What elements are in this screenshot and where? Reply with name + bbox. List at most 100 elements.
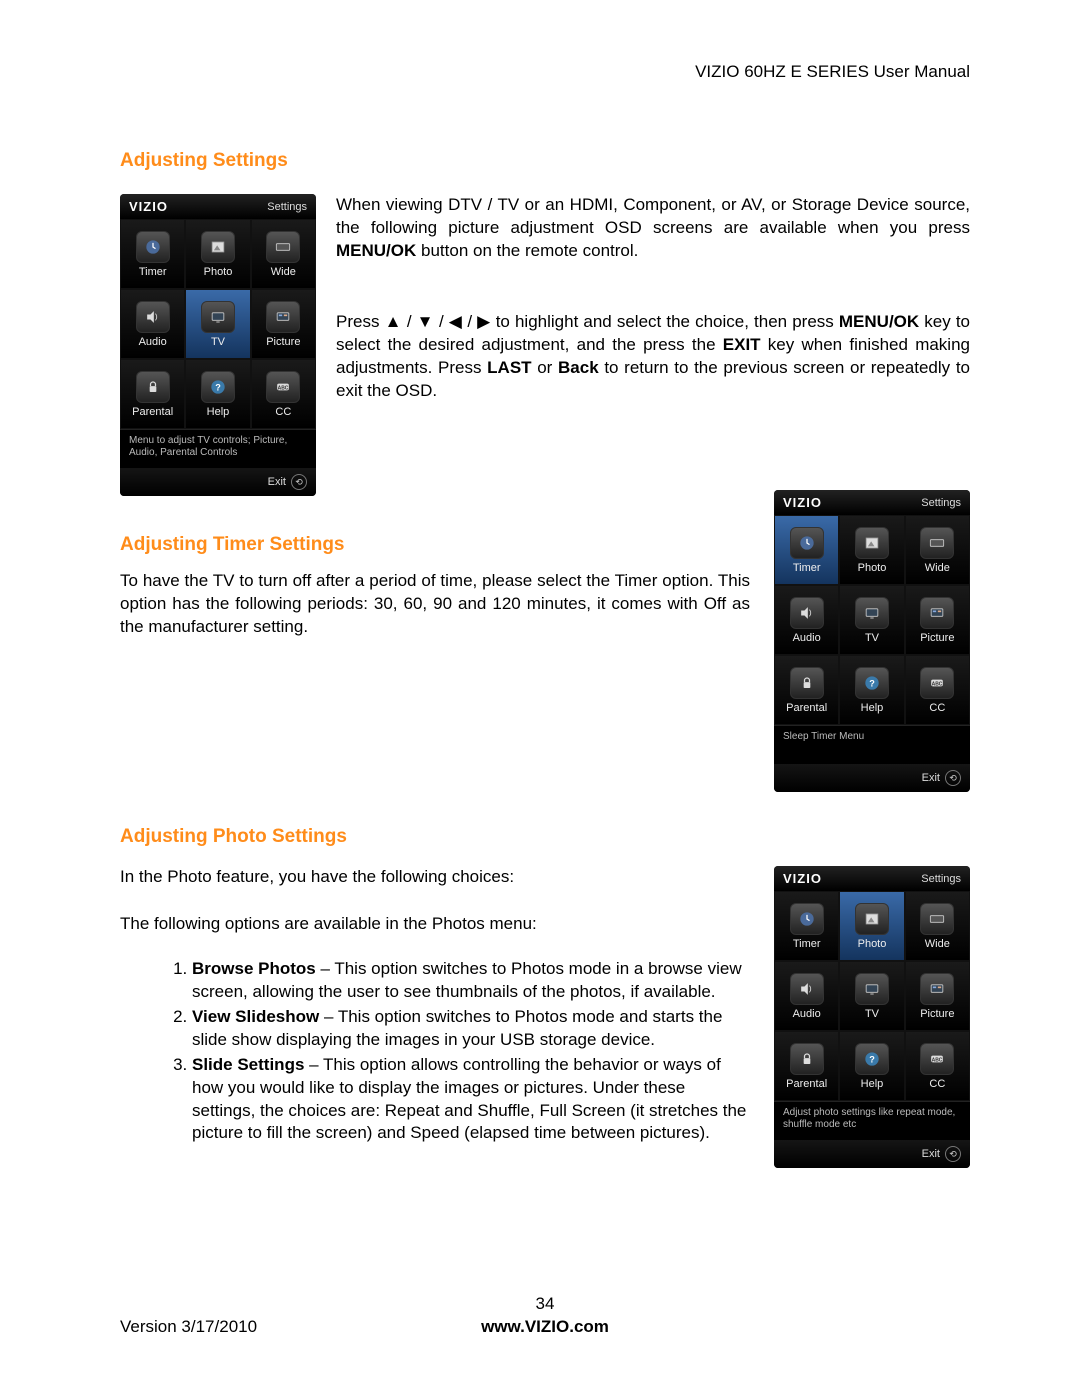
- osd-cell-wide: Wide: [251, 219, 316, 289]
- osd-header: VIZIO Settings: [120, 194, 316, 219]
- osd-label: Picture: [920, 632, 954, 644]
- osd-grid: Timer Photo Wide Audio TV Picture Parent…: [120, 219, 316, 429]
- osd-cell-help: ? Help: [185, 359, 250, 429]
- text-bold: Browse Photos: [192, 959, 316, 978]
- osd-label: Help: [207, 406, 230, 418]
- osd-help-text: Adjust photo settings like repeat mode, …: [774, 1101, 970, 1140]
- help-icon: ?: [201, 371, 235, 403]
- tv-icon: [201, 301, 235, 333]
- arrow-keys-icon: ▲ / ▼ / ◀ / ▶: [385, 312, 491, 331]
- osd-grid: Timer Photo Wide Audio TV Picture Parent…: [774, 891, 970, 1101]
- osd-cell-cc: ABCCC: [905, 655, 970, 725]
- osd-screenshot-tv: VIZIO Settings Timer Photo Wide Audio TV…: [120, 194, 316, 496]
- lock-icon: [136, 371, 170, 403]
- text-segment: to highlight and select the choice, then…: [491, 312, 839, 331]
- osd-header: VIZIO Settings: [774, 866, 970, 891]
- picture-icon: [920, 973, 954, 1005]
- osd-cell-help: ? Help: [839, 655, 904, 725]
- osd-label: Timer: [793, 562, 821, 574]
- osd-header-label: Settings: [921, 497, 961, 509]
- text-bold: MENU/OK: [336, 241, 416, 260]
- osd-cell-cc: ABCCC: [251, 359, 316, 429]
- osd-exit-label: Exit: [922, 1148, 940, 1160]
- picture-icon: [920, 597, 954, 629]
- osd-header: VIZIO Settings: [774, 490, 970, 515]
- clock-icon: [136, 231, 170, 263]
- photo-icon: [201, 231, 235, 263]
- osd-screenshot-photo: VIZIO Settings Timer Photo Wide Audio TV…: [774, 866, 970, 1168]
- text-segment: or: [532, 358, 558, 377]
- text-segment: When viewing DTV / TV or an HDMI, Compon…: [336, 195, 970, 237]
- osd-exit-row: Exit⟲: [774, 1140, 970, 1168]
- osd-cell-photo: Photo: [839, 515, 904, 585]
- page-number: 34: [120, 1294, 970, 1314]
- text-bold: LAST: [487, 358, 531, 377]
- heading-adjusting-photo: Adjusting Photo Settings: [120, 826, 970, 848]
- osd-exit-label: Exit: [922, 772, 940, 784]
- osd-help-text: Menu to adjust TV controls; Picture, Aud…: [120, 429, 316, 468]
- osd-cell-timer: Timer: [120, 219, 185, 289]
- picture-icon: [266, 301, 300, 333]
- photo-icon: [855, 903, 889, 935]
- osd-cell-timer-selected: Timer: [774, 515, 839, 585]
- vizio-logo: VIZIO: [129, 199, 168, 214]
- osd-label: Audio: [793, 632, 821, 644]
- osd-exit-label: Exit: [268, 476, 286, 488]
- clock-icon: [790, 527, 824, 559]
- list-item: Slide Settings – This option allows cont…: [192, 1054, 750, 1146]
- paragraph-photo-1: In the Photo feature, you have the follo…: [120, 866, 750, 889]
- version-text: Version 3/17/2010: [120, 1317, 257, 1337]
- tv-icon: [855, 973, 889, 1005]
- text-segment: button on the remote control.: [416, 241, 638, 260]
- svg-text:?: ?: [869, 678, 875, 688]
- osd-cell-cc: ABC CC: [905, 1031, 970, 1101]
- osd-cell-tv-selected: TV: [185, 289, 250, 359]
- page-footer: 34 Version 3/17/2010 www.VIZIO.com .: [120, 1294, 970, 1337]
- osd-label: Wide: [925, 938, 950, 950]
- heading-adjusting-timer: Adjusting Timer Settings: [120, 534, 750, 556]
- osd-label: Help: [861, 702, 884, 714]
- heading-adjusting-settings: Adjusting Settings: [120, 150, 970, 172]
- cc-icon: ABC: [920, 667, 954, 699]
- doc-title: VIZIO 60HZ E SERIES User Manual: [695, 62, 970, 82]
- text-segment: Press: [336, 312, 385, 331]
- lock-icon: [790, 667, 824, 699]
- help-icon: ?: [855, 1043, 889, 1075]
- osd-cell-parental: Parental: [774, 1031, 839, 1101]
- osd-label: Parental: [786, 702, 827, 714]
- osd-cell-photo-selected: Photo: [839, 891, 904, 961]
- clock-icon: [790, 903, 824, 935]
- osd-cell-wide: Wide: [905, 515, 970, 585]
- exit-icon: ⟲: [945, 770, 961, 786]
- paragraph-intro-2: Press ▲ / ▼ / ◀ / ▶ to highlight and sel…: [336, 311, 970, 403]
- osd-cell-picture: Picture: [251, 289, 316, 359]
- osd-label: Help: [861, 1078, 884, 1090]
- text-bold: Slide Settings: [192, 1055, 304, 1074]
- paragraph-intro-1: When viewing DTV / TV or an HDMI, Compon…: [336, 194, 970, 263]
- cc-icon: ABC: [920, 1043, 954, 1075]
- osd-label: Timer: [793, 938, 821, 950]
- osd-help-text: Sleep Timer Menu: [774, 725, 970, 764]
- tv-icon: [855, 597, 889, 629]
- osd-label: Parental: [132, 406, 173, 418]
- osd-cell-help: ? Help: [839, 1031, 904, 1101]
- osd-cell-tv: TV: [839, 585, 904, 655]
- osd-label: CC: [929, 1078, 945, 1090]
- osd-cell-parental: Parental: [774, 655, 839, 725]
- osd-exit-row: Exit ⟲: [774, 764, 970, 792]
- wide-icon: [920, 903, 954, 935]
- paragraph-timer: To have the TV to turn off after a perio…: [120, 570, 750, 639]
- audio-icon: [790, 973, 824, 1005]
- osd-label: Timer: [139, 266, 167, 278]
- osd-screenshot-timer: VIZIO Settings Timer Photo Wide Audio TV…: [774, 490, 970, 792]
- svg-text:?: ?: [869, 1054, 875, 1064]
- paragraph-photo-2: The following options are available in t…: [120, 913, 750, 936]
- osd-cell-timer: Timer: [774, 891, 839, 961]
- vizio-logo: VIZIO: [783, 871, 822, 886]
- exit-icon: ⟲: [291, 474, 307, 490]
- help-icon: ?: [855, 667, 889, 699]
- osd-label: Parental: [786, 1078, 827, 1090]
- osd-cell-audio: Audio: [774, 585, 839, 655]
- photo-options-list: Browse Photos – This option switches to …: [120, 958, 750, 1146]
- osd-label: Picture: [920, 1008, 954, 1020]
